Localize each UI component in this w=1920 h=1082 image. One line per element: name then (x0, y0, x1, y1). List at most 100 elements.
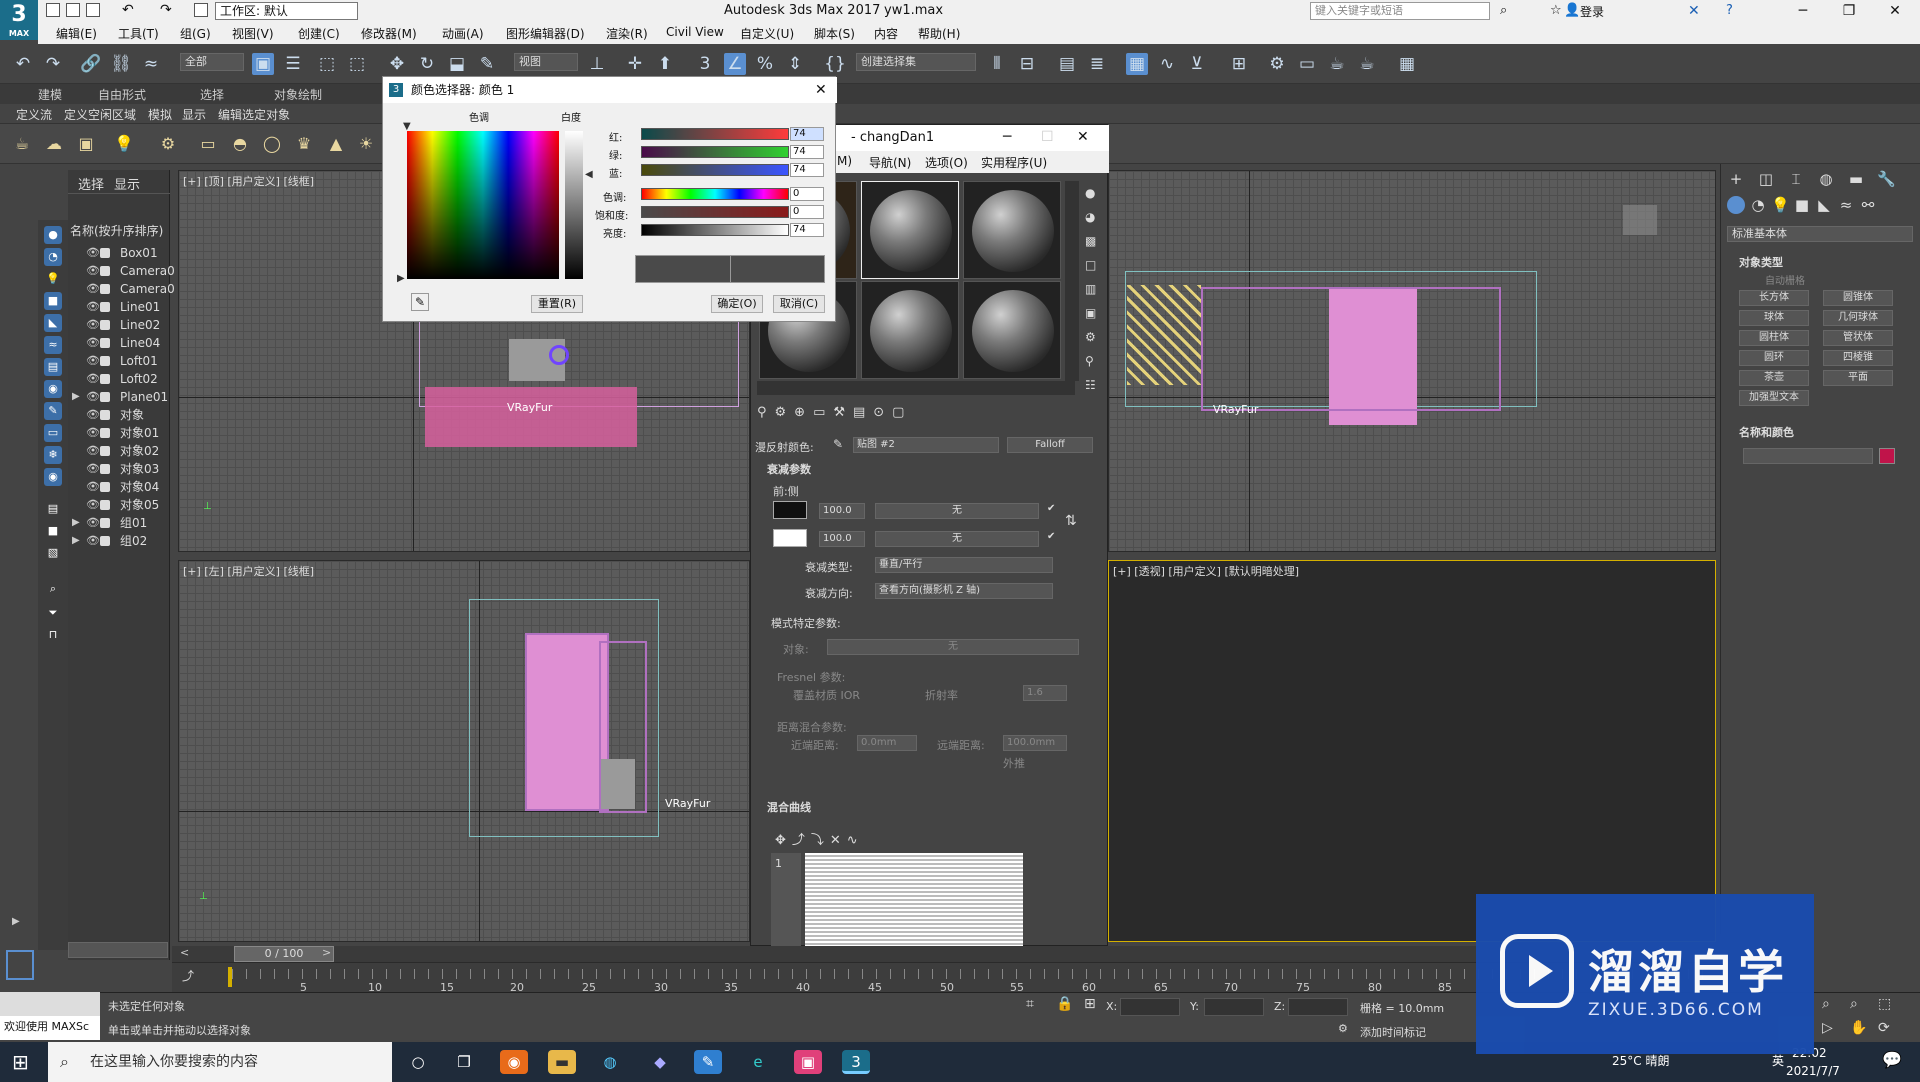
scene-item[interactable]: 👁 Line02 (68, 316, 170, 334)
material-map-nav-icon[interactable]: ☷ (1085, 373, 1105, 397)
pyramid-button[interactable]: 四棱锥 (1823, 350, 1893, 366)
eye-icon[interactable]: 👁 (86, 370, 100, 388)
sample-slot[interactable] (861, 181, 959, 279)
orbit-icon[interactable]: ⟳ (1878, 1020, 1890, 1036)
rotate-icon[interactable]: ↻ (416, 53, 438, 75)
create-tab-icon[interactable]: + (1727, 170, 1745, 188)
viewport-perspective[interactable]: [+] [透视] [用户定义] [默认明暗处理] (1108, 560, 1716, 942)
textplus-button[interactable]: 加强型文本 (1739, 390, 1809, 406)
viewport-front[interactable]: VRayFur (1108, 170, 1716, 552)
time-slider[interactable]: 0 / 100 (234, 946, 334, 962)
scene-item[interactable]: 👁 对象05 (68, 496, 170, 514)
override-ior-checkbox[interactable]: 覆盖材质 IOR (793, 687, 860, 703)
ribbon-tab-selection[interactable]: 选择 (200, 86, 224, 103)
bind-space-warp-icon[interactable]: ≈ (140, 53, 162, 75)
menu-navigation[interactable]: 导航(N) (869, 154, 911, 171)
selection-filter-select[interactable]: 全部 (180, 53, 244, 71)
close-window-button[interactable]: ✕ (1872, 0, 1918, 22)
select-manipulate-icon[interactable]: ✛ (624, 53, 646, 75)
viewport-layout-icon[interactable] (6, 950, 34, 980)
blackness-pointer-icon[interactable]: ▶ (397, 273, 405, 284)
object-pick-button[interactable]: 无 (827, 639, 1079, 655)
eye-icon[interactable]: 👁 (86, 352, 100, 370)
slider-prev-icon[interactable]: < (180, 946, 189, 959)
light-filter-icon[interactable]: 💡 (44, 270, 62, 288)
tube-button[interactable]: 管状体 (1823, 330, 1893, 346)
ribbon-tab-modeling[interactable]: 建模 (38, 86, 62, 103)
display[interactable]: 显示 (182, 106, 206, 123)
z-coordinate-input[interactable] (1288, 998, 1348, 1016)
scene-item[interactable]: 👁 对象02 (68, 442, 170, 460)
green-slider[interactable] (641, 146, 789, 158)
make-preview-icon[interactable]: ▣ (1085, 301, 1105, 325)
login-link[interactable]: 登录 (1580, 3, 1604, 20)
undo-quick-icon[interactable]: ↶ (122, 2, 134, 18)
y-coordinate-input[interactable] (1204, 998, 1264, 1016)
ior-input[interactable]: 1.6 (1023, 685, 1067, 701)
viewport-label[interactable]: [+] [透视] [用户定义] [默认明暗处理] (1113, 563, 1299, 579)
simulate[interactable]: 模拟 (148, 106, 172, 123)
menu-civil-view[interactable]: Civil View (666, 25, 724, 39)
cylinder-button[interactable]: 圆柱体 (1739, 330, 1809, 346)
extrapolate-checkbox[interactable]: 外推 (1003, 755, 1025, 771)
menu-utilities[interactable]: 实用程序(U) (981, 154, 1047, 171)
find-icon[interactable]: ⌕ (44, 580, 62, 598)
render-production-icon[interactable]: ☕ (1326, 53, 1348, 75)
group-filter-icon[interactable]: ▤ (44, 358, 62, 376)
side-map-checkbox[interactable]: ✔ (1047, 531, 1055, 542)
video-check-icon[interactable]: ▥ (1085, 277, 1105, 301)
eye-icon[interactable]: 👁 (86, 316, 100, 334)
sphere-button[interactable]: 球体 (1739, 310, 1809, 326)
helpers-icon[interactable]: ◣ (1815, 196, 1833, 214)
map-type-button[interactable]: Falloff (1007, 437, 1093, 453)
eye-icon[interactable]: 👁 (86, 478, 100, 496)
expand-triangle-icon[interactable]: ▶ (72, 388, 80, 406)
sample-slot[interactable] (861, 281, 959, 379)
value-value-input[interactable]: 74 (790, 223, 824, 237)
eye-icon[interactable]: 👁 (86, 496, 100, 514)
value-slider[interactable] (641, 224, 789, 236)
spacewarp-filter-icon[interactable]: ≈ (44, 336, 62, 354)
render-setup-icon[interactable]: ⚙ (1266, 53, 1288, 75)
eye-icon[interactable]: 👁 (86, 442, 100, 460)
help-icon[interactable]: ? (1726, 3, 1733, 18)
bone-filter-icon[interactable]: ✎ (44, 402, 62, 420)
menu-content[interactable]: 内容 (874, 25, 898, 42)
curve-editor-icon[interactable]: ∿ (1156, 53, 1178, 75)
object-color-swatch[interactable] (1879, 448, 1895, 464)
geosphere-button[interactable]: 几何球体 (1823, 310, 1893, 326)
menu-tools[interactable]: 工具(T) (118, 25, 159, 42)
menu-animation[interactable]: 动画(A) (442, 25, 484, 42)
edit-named-sel-icon[interactable]: {} (824, 53, 846, 75)
open-file-icon[interactable] (66, 3, 80, 17)
menu-graph-editors[interactable]: 图形编辑器(D) (506, 25, 585, 42)
backlight-icon[interactable]: ◕ (1085, 205, 1105, 229)
shape-filter-icon[interactable]: ◔ (44, 248, 62, 266)
box-button[interactable]: 长方体 (1739, 290, 1809, 306)
lights-icon[interactable]: 💡 (1771, 196, 1790, 214)
scene-item[interactable]: 👁 对象04 (68, 478, 170, 496)
material-toolbar[interactable]: ⚲⚙⊕▭⚒▤⊙▢ (757, 405, 1097, 427)
object-name-input[interactable] (1743, 448, 1873, 464)
scene-item[interactable]: ▶ 👁 组01 (68, 514, 170, 532)
reference-coord-select[interactable]: 视图 (514, 53, 578, 71)
utilities-tab-icon[interactable]: 🔧 (1877, 170, 1896, 188)
eye-icon[interactable]: 👁 (86, 298, 100, 316)
front-map-checkbox[interactable]: ✔ (1047, 503, 1055, 514)
viewcube-icon[interactable] (1623, 205, 1657, 235)
redo-icon[interactable]: ↷ (42, 53, 64, 75)
scene-explorer-toggle-icon[interactable]: ▤ (1056, 53, 1078, 75)
menu-group[interactable]: 组(G) (180, 25, 211, 42)
reset-button[interactable]: 重置(R) (531, 295, 583, 313)
scene-item[interactable]: 👁 Loft01 (68, 352, 170, 370)
minimize-icon[interactable]: ─ (1003, 129, 1011, 145)
select-by-name-icon[interactable]: ☰ (282, 53, 304, 75)
mini-curve-editor-icon[interactable]: ⤴ (182, 967, 194, 984)
menu-create[interactable]: 创建(C) (298, 25, 340, 42)
helper-filter-icon[interactable]: ◣ (44, 314, 62, 332)
eye-icon[interactable]: 👁 (86, 424, 100, 442)
3dsmax-task-icon[interactable]: 3 (842, 1050, 870, 1074)
menu-views[interactable]: 视图(V) (232, 25, 274, 42)
select-by-material-icon[interactable]: ⚲ (1085, 349, 1105, 373)
falloff-type-select[interactable]: 垂直/平行 (875, 557, 1053, 573)
